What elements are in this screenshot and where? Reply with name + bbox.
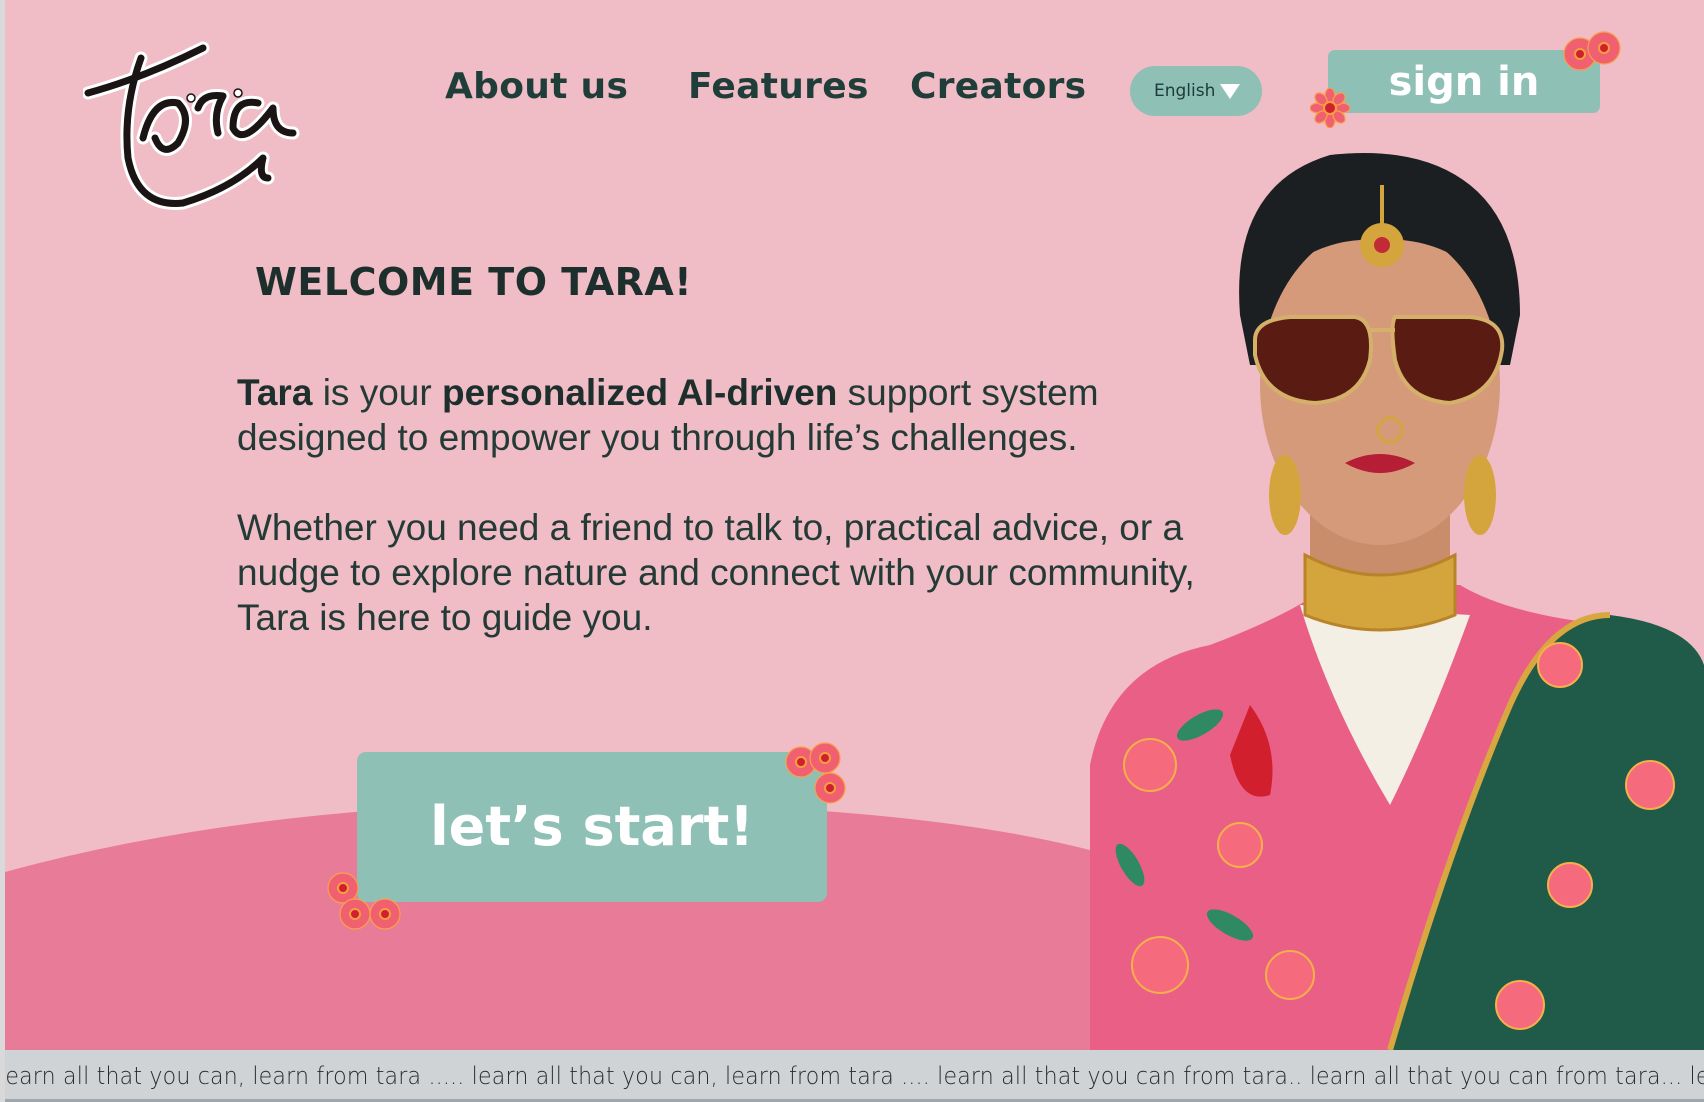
dropdown-caret-icon [1220,84,1240,99]
language-select[interactable]: English [1130,66,1262,116]
woman-illustration [1090,153,1704,1050]
language-label: English [1154,81,1216,101]
marquee-ticker: learn all that you can, learn from tara … [5,1050,1704,1102]
tara-logo[interactable]: tara [83,38,343,223]
brand-name: Tara [237,372,313,413]
flower-cluster-icon [1563,31,1621,71]
flower-cluster-icon [327,872,401,930]
intro-paragraph: Tara is your personalized AI-driven supp… [237,370,1237,460]
ticker-text: learn all that you can, learn from tara … [5,1062,1704,1090]
intro-part-1: is your [312,372,442,413]
nav-about-us[interactable]: About us [445,66,628,107]
welcome-heading: WELCOME TO TARA! [255,260,693,304]
nav-features[interactable]: Features [688,66,869,107]
intro-highlight: personalized AI-driven [441,372,838,413]
flower-cluster-icon [785,742,846,804]
lets-start-button[interactable]: let’s start! [357,752,827,902]
guide-paragraph: Whether you need a friend to talk to, pr… [237,507,1195,638]
intro-text: Tara is your personalized AI-driven supp… [237,370,1237,640]
flower-icon [1310,88,1350,128]
nav-creators[interactable]: Creators [910,66,1086,107]
landing-page: tara About us Features Creators English … [5,0,1704,1050]
